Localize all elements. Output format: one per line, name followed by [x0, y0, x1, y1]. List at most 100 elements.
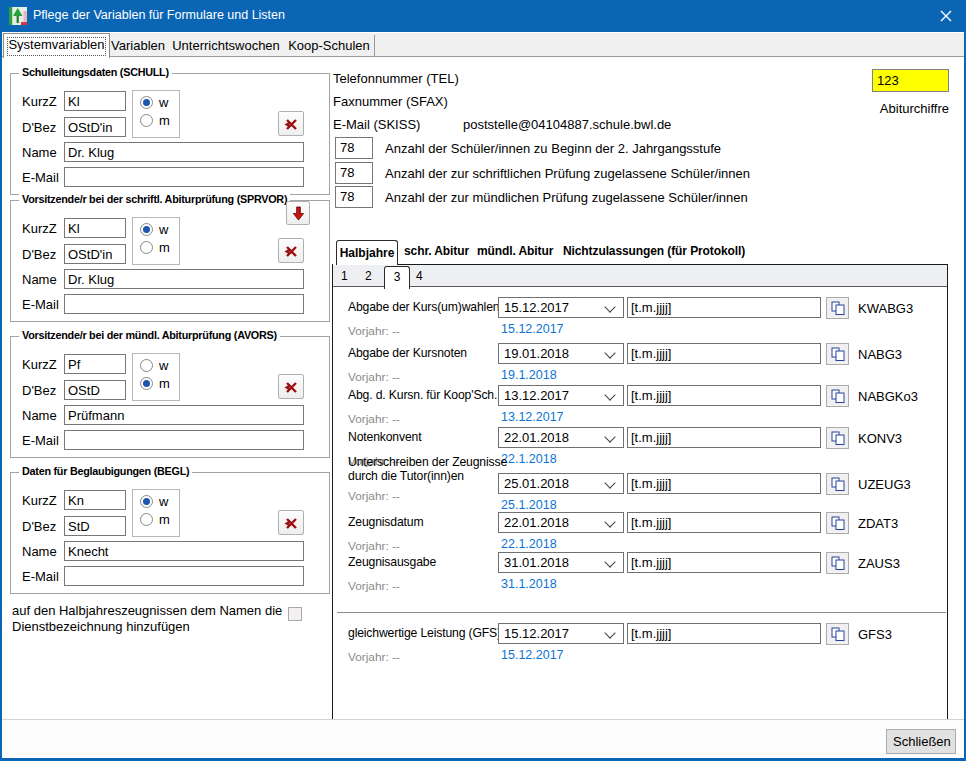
count-field-3[interactable]: 78 — [335, 186, 373, 208]
copy-button[interactable] — [826, 512, 849, 534]
radio-m[interactable] — [140, 241, 153, 254]
date-input[interactable] — [627, 343, 821, 364]
tab-muendl-abitur[interactable]: mündl. Abitur — [477, 244, 553, 258]
copy-button[interactable] — [826, 427, 849, 449]
date-dropdown[interactable]: 13.12.2017 — [498, 385, 624, 406]
date-input[interactable] — [627, 623, 821, 644]
tab-variablen[interactable]: Variablen — [108, 35, 169, 56]
group-title: Schulleitungsdaten (SCHULL) — [19, 66, 172, 78]
vorjahr-label: Vorjahr: -- — [348, 370, 400, 384]
radio-m[interactable] — [140, 114, 153, 127]
radio-w[interactable] — [140, 223, 153, 236]
copy-down-button[interactable] — [286, 201, 310, 225]
tab-nichtzulassungen[interactable]: Nichtzulassungen (für Protokoll) — [563, 244, 745, 258]
variable-name: NABGKo3 — [858, 389, 918, 404]
email-input[interactable] — [64, 566, 304, 586]
variable-name: UZEUG3 — [858, 477, 911, 492]
clear-button[interactable] — [278, 510, 304, 535]
chevron-down-icon — [604, 347, 615, 358]
kurzz-input[interactable] — [64, 91, 126, 111]
copy-button[interactable] — [826, 297, 849, 319]
copy-icon — [831, 556, 845, 570]
radio-w-label: w — [159, 494, 168, 509]
sub-tab-2[interactable]: 2 — [365, 269, 372, 283]
date-dropdown[interactable]: 25.01.2018 — [498, 473, 624, 494]
tab-unterrichtswochen[interactable]: Unterrichtswochen — [168, 35, 285, 56]
dienstbezeichnung-checkbox-label: auf den Halbjahreszeugnissen dem Namen d… — [12, 603, 288, 634]
copy-button[interactable] — [826, 473, 849, 495]
tab-halbjahre[interactable]: Halbjahre — [336, 240, 398, 265]
clear-button[interactable] — [278, 111, 304, 136]
clear-button[interactable] — [278, 374, 304, 399]
email-input[interactable] — [64, 167, 304, 187]
date-input[interactable] — [627, 427, 821, 448]
email-input[interactable] — [64, 430, 304, 450]
name-input[interactable] — [64, 405, 304, 425]
copy-icon — [831, 301, 845, 315]
dialog-window: Pflege der Variablen für Formulare und L… — [0, 0, 966, 761]
sub-tab-1[interactable]: 1 — [341, 269, 348, 283]
date-input[interactable] — [627, 512, 821, 533]
name-input[interactable] — [64, 541, 304, 561]
kurzz-input[interactable] — [64, 354, 126, 374]
kurzz-input[interactable] — [64, 218, 126, 238]
date-value: 19.01.2018 — [504, 346, 569, 361]
date-dropdown[interactable]: 22.01.2018 — [498, 427, 624, 448]
copy-icon — [831, 347, 845, 361]
variable-name: KWABG3 — [858, 301, 913, 316]
date-dropdown[interactable]: 15.12.2017 — [498, 623, 624, 644]
dbez-input[interactable] — [64, 516, 126, 536]
dbez-input[interactable] — [64, 244, 126, 264]
copy-button[interactable] — [826, 552, 849, 574]
radio-w[interactable] — [140, 96, 153, 109]
date-dropdown[interactable]: 31.01.2018 — [498, 552, 624, 573]
count-field-1[interactable]: 78 — [335, 137, 373, 159]
email-input[interactable] — [64, 294, 304, 314]
date-dropdown[interactable]: 19.01.2018 — [498, 343, 624, 364]
dbez-input[interactable] — [64, 380, 126, 400]
name-input[interactable] — [64, 142, 304, 162]
copy-button[interactable] — [826, 623, 849, 645]
copy-button[interactable] — [826, 343, 849, 365]
date-input[interactable] — [627, 473, 821, 494]
copy-button[interactable] — [826, 385, 849, 407]
sub-tab-3[interactable]: 3 — [384, 266, 410, 289]
copy-icon — [831, 477, 845, 491]
count-field-2[interactable]: 78 — [335, 162, 373, 184]
dbez-label: D'Bez — [22, 383, 56, 398]
tab-schr-abitur[interactable]: schr. Abitur — [404, 244, 469, 258]
main-tab-bar: Systemvariablen Variablen Unterrichtswoc… — [2, 33, 964, 57]
clear-icon — [283, 243, 299, 259]
row-label: Abg. d. Kursn. für Koop'Sch. — [348, 388, 497, 402]
date-input[interactable] — [627, 297, 821, 318]
radio-w[interactable] — [140, 359, 153, 372]
clear-button[interactable] — [278, 238, 304, 263]
date-input[interactable] — [627, 385, 821, 406]
date-row-uzeug: Unterschreiben der Zeugnisse durch die T… — [332, 473, 948, 517]
date-dropdown[interactable]: 15.12.2017 — [498, 297, 624, 318]
radio-w[interactable] — [140, 495, 153, 508]
close-icon[interactable] — [936, 7, 956, 25]
date-dropdown[interactable]: 22.01.2018 — [498, 512, 624, 533]
date-row-gfs: gleichwertige Leistung (GFS) Vorjahr: --… — [332, 623, 948, 667]
dienstbezeichnung-checkbox[interactable] — [288, 607, 302, 621]
schliessen-button[interactable]: Schließen — [886, 729, 956, 754]
kurzz-input[interactable] — [64, 490, 126, 510]
vorjahr-label: Vorjahr: -- — [348, 539, 400, 553]
group-title: Vorsitzende/r bei der schriftl. Abiturpr… — [19, 193, 290, 205]
dbez-input[interactable] — [64, 117, 126, 137]
vorjahr-label: Vorjahr: -- — [348, 324, 400, 338]
radio-m[interactable] — [140, 377, 153, 390]
tab-systemvariablen[interactable]: Systemvariablen — [3, 33, 110, 58]
clear-icon — [283, 515, 299, 531]
date-value: 15.12.2017 — [504, 300, 569, 315]
row-label: Notenkonvent — [348, 430, 421, 444]
tab-koop-schulen[interactable]: Koop-Schulen — [284, 35, 375, 56]
email-label: E-Mail — [22, 433, 59, 448]
radio-m[interactable] — [140, 513, 153, 526]
email-label: E-Mail — [22, 569, 59, 584]
date-input[interactable] — [627, 552, 821, 573]
sub-tab-4[interactable]: 4 — [416, 269, 423, 283]
name-input[interactable] — [64, 269, 304, 289]
abiturchiffre-field[interactable]: 123 — [872, 69, 949, 92]
